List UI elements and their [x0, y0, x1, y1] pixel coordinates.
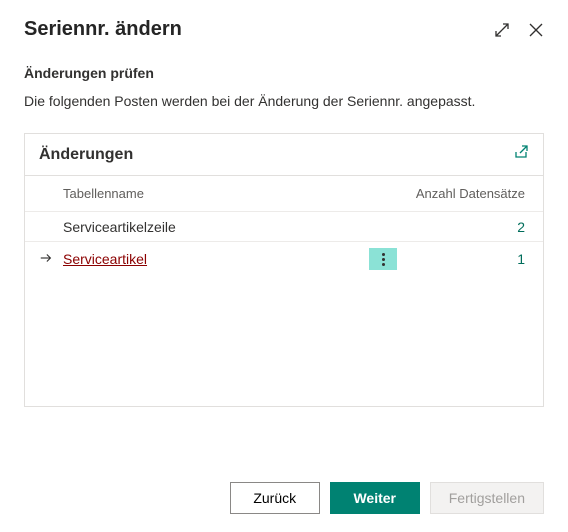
changes-panel: Änderungen Tabellenname Anzahl Datensätz…: [24, 133, 544, 407]
dialog-title: Seriennr. ändern: [24, 18, 182, 41]
more-vertical-icon: [382, 253, 385, 266]
finish-button: Fertigstellen: [430, 482, 544, 514]
cell-count[interactable]: 2: [399, 219, 529, 235]
row-menu-button[interactable]: [369, 248, 397, 270]
table-row[interactable]: Serviceartikel 1: [25, 241, 543, 276]
column-header-count[interactable]: Anzahl Datensätze: [399, 186, 529, 201]
cell-name-link[interactable]: Serviceartikel: [63, 251, 147, 267]
close-icon[interactable]: [528, 22, 544, 38]
table-header-row: Tabellenname Anzahl Datensätze: [25, 176, 543, 211]
next-button[interactable]: Weiter: [330, 482, 420, 514]
expand-icon[interactable]: [494, 22, 510, 38]
arrow-right-icon: [39, 251, 53, 265]
column-header-name[interactable]: Tabellenname: [63, 186, 367, 201]
panel-title: Änderungen: [39, 146, 133, 164]
subtitle: Änderungen prüfen: [24, 65, 544, 81]
cell-count[interactable]: 1: [399, 251, 529, 267]
table-row[interactable]: Serviceartikelzeile 2: [25, 211, 543, 241]
back-button[interactable]: Zurück: [230, 482, 320, 514]
share-icon[interactable]: [513, 144, 529, 165]
cell-name: Serviceartikelzeile: [63, 219, 367, 235]
description: Die folgenden Posten werden bei der Ände…: [24, 93, 544, 109]
